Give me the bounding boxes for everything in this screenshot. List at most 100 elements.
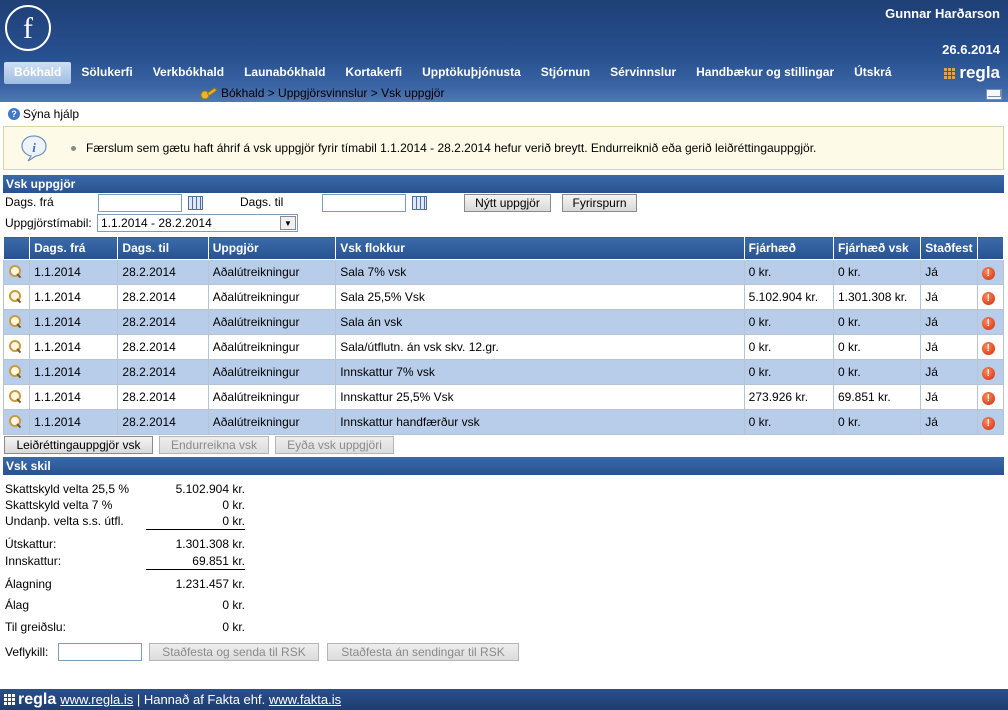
help-icon: ? <box>8 108 20 120</box>
row-view[interactable] <box>2 359 31 385</box>
brand-name: regla <box>959 63 1000 82</box>
dags-til-input[interactable] <box>322 194 406 212</box>
table-row[interactable]: 1.1.2014 28.2.2014 Aðalútreikningur Sala… <box>2 309 1005 335</box>
help-link[interactable]: ? Sýna hjálp <box>8 107 79 121</box>
row-view[interactable] <box>2 334 31 360</box>
cell-uppgjor: Aðalútreikningur <box>207 359 337 385</box>
summary-label-til-greidslu: Til greiðslu: <box>5 620 66 634</box>
fakta-link[interactable]: www.fakta.is <box>269 692 341 707</box>
confirm-send-rsk-button[interactable]: Staðfesta og senda til RSK <box>149 643 319 661</box>
row-view[interactable] <box>2 409 31 435</box>
section-header-vsk-uppgjor: Vsk uppgjör <box>3 175 1004 193</box>
magnifier-icon[interactable] <box>8 414 22 428</box>
delete-settlement-button[interactable]: Eyða vsk uppgjöri <box>275 436 394 454</box>
nav-bokhald[interactable]: Bókhald <box>4 62 72 84</box>
cell-vsk-flokkur: Innskattur 25,5% Vsk <box>335 384 745 410</box>
cell-fjarhaed-vsk: 0 kr. <box>832 359 922 385</box>
nav-utskra[interactable]: Útskrá <box>844 62 901 84</box>
nav-solukerfi[interactable]: Sölukerfi <box>71 62 142 84</box>
column-header-uppgjor[interactable]: Uppgjör <box>207 236 337 260</box>
header-bar: f Gunnar Harðarson 26.6.2014 Bókhald Söl… <box>0 0 1008 102</box>
warning-icon[interactable]: ! <box>981 416 995 430</box>
period-select-value: 1.1.2014 - 28.2.2014 <box>101 216 212 230</box>
nav-kortakerfi[interactable]: Kortakerfi <box>335 62 412 84</box>
column-header-fjarhaed[interactable]: Fjárhæð <box>743 236 834 260</box>
cell-dags-fra: 1.1.2014 <box>29 309 119 335</box>
cell-vsk-flokkur: Sala/útflutn. án vsk skv. 12.gr. <box>335 334 745 360</box>
column-header-stadfest[interactable]: Staðfest <box>920 236 978 260</box>
warning-icon[interactable]: ! <box>981 266 995 280</box>
cell-uppgjor: Aðalútreikningur <box>207 384 337 410</box>
magnifier-icon[interactable] <box>8 389 22 403</box>
table-header-row: Dags. frá Dags. til Uppgjör Vsk flokkur … <box>2 236 1005 260</box>
table-row[interactable]: 1.1.2014 28.2.2014 Aðalútreikningur Inns… <box>2 409 1005 435</box>
magnifier-icon[interactable] <box>8 364 22 378</box>
veflykill-input[interactable] <box>58 643 142 661</box>
cell-stadfest: Já <box>920 309 978 335</box>
nav-verkbokhald[interactable]: Verkbókhald <box>143 62 234 84</box>
nav-launabokhald[interactable]: Launabókhald <box>234 62 335 84</box>
column-header-dags-fra[interactable]: Dags. frá <box>29 236 119 260</box>
regla-brand: regla <box>944 63 1000 83</box>
nav-upptokuthjonusta[interactable]: Upptökuþjónusta <box>412 62 531 84</box>
vsk-table: Dags. frá Dags. til Uppgjör Vsk flokkur … <box>2 236 1005 435</box>
cell-uppgjor: Aðalútreikningur <box>207 259 337 285</box>
warning-icon[interactable]: ! <box>981 341 995 355</box>
cell-fjarhaed-vsk: 0 kr. <box>832 409 922 435</box>
bullet-icon <box>71 145 76 151</box>
magnifier-icon[interactable] <box>8 339 22 353</box>
column-header-dags-til[interactable]: Dags. til <box>117 236 209 260</box>
nav-stjornun[interactable]: Stjórnun <box>531 62 600 84</box>
mail-icon[interactable] <box>986 89 1002 100</box>
magnifier-icon[interactable] <box>8 264 22 278</box>
column-header-fjarhaed-vsk[interactable]: Fjárhæð vsk <box>832 236 922 260</box>
chevron-down-icon[interactable]: ▼ <box>280 216 296 230</box>
period-label: Uppgjörstímabil: <box>5 216 92 230</box>
correction-settlement-button[interactable]: Leiðréttingauppgjör vsk <box>4 436 153 454</box>
period-select[interactable]: 1.1.2014 - 28.2.2014 ▼ <box>97 214 298 232</box>
regla-logo-icon <box>4 694 15 705</box>
summary-value-velta-255: 5.102.904 kr. <box>175 482 245 496</box>
calendar-icon[interactable] <box>188 196 203 210</box>
cell-fjarhaed: 5.102.904 kr. <box>743 284 834 310</box>
breadcrumb-text[interactable]: Bókhald > Uppgjörsvinnslur > Vsk uppgjör <box>221 86 444 100</box>
recalculate-vat-button[interactable]: Endurreikna vsk <box>159 436 269 454</box>
nav-handbaekur[interactable]: Handbækur og stillingar <box>686 62 844 84</box>
nav-servinnslur[interactable]: Sérvinnslur <box>600 62 686 84</box>
magnifier-icon[interactable] <box>8 289 22 303</box>
help-label[interactable]: Sýna hjálp <box>23 107 79 121</box>
table-row[interactable]: 1.1.2014 28.2.2014 Aðalútreikningur Inns… <box>2 359 1005 385</box>
row-view[interactable] <box>2 384 31 410</box>
table-row[interactable]: 1.1.2014 28.2.2014 Aðalútreikningur Inns… <box>2 384 1005 410</box>
cell-fjarhaed: 0 kr. <box>743 259 834 285</box>
cell-dags-fra: 1.1.2014 <box>29 259 119 285</box>
new-settlement-button[interactable]: Nýtt uppgjör <box>464 194 551 212</box>
calendar-icon[interactable] <box>412 196 427 210</box>
query-button[interactable]: Fyrirspurn <box>562 194 637 212</box>
fakta-logo: f <box>5 5 51 51</box>
summary-value-innskattur: 69.851 kr. <box>192 554 245 568</box>
row-view[interactable] <box>2 309 31 335</box>
summary-value-velta-7: 0 kr. <box>222 498 245 512</box>
table-row[interactable]: 1.1.2014 28.2.2014 Aðalútreikningur Sala… <box>2 334 1005 360</box>
cell-fjarhaed: 0 kr. <box>743 359 834 385</box>
column-header-vsk-flokkur[interactable]: Vsk flokkur <box>335 236 745 260</box>
dags-fra-input[interactable] <box>98 194 182 212</box>
row-view[interactable] <box>2 284 31 310</box>
warning-icon[interactable]: ! <box>981 291 995 305</box>
confirm-nosend-rsk-button[interactable]: Staðfesta án sendingar til RSK <box>327 643 519 661</box>
footer-brand-name: regla <box>18 690 57 708</box>
warning-icon[interactable]: ! <box>981 366 995 380</box>
user-name: Gunnar Harðarson <box>885 6 1000 21</box>
cell-stadfest: Já <box>920 409 978 435</box>
row-view[interactable] <box>2 259 31 285</box>
column-header-status <box>976 236 1005 260</box>
cell-vsk-flokkur: Sala 25,5% Vsk <box>335 284 745 310</box>
regla-link[interactable]: www.regla.is <box>60 692 133 707</box>
magnifier-icon[interactable] <box>8 314 22 328</box>
table-row[interactable]: 1.1.2014 28.2.2014 Aðalútreikningur Sala… <box>2 259 1005 285</box>
cell-fjarhaed-vsk: 0 kr. <box>832 259 922 285</box>
table-row[interactable]: 1.1.2014 28.2.2014 Aðalútreikningur Sala… <box>2 284 1005 310</box>
warning-icon[interactable]: ! <box>981 316 995 330</box>
warning-icon[interactable]: ! <box>981 391 995 405</box>
